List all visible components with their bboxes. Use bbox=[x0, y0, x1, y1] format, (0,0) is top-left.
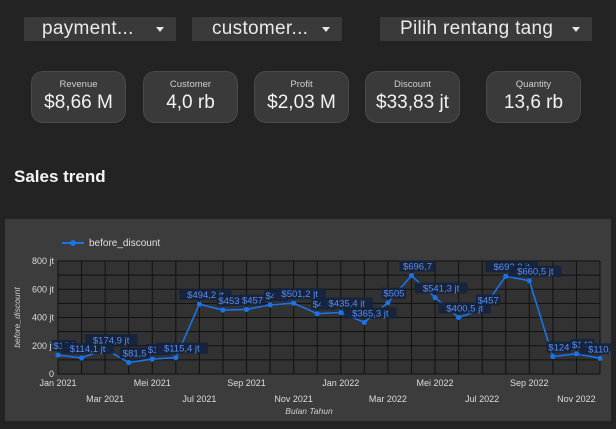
data-label: $124 bbox=[548, 342, 569, 353]
kpi-label: Quantity bbox=[515, 79, 552, 90]
y-tick-label: 400 jt bbox=[32, 313, 55, 323]
y-tick-label: 200 jt bbox=[32, 341, 55, 351]
x-tick-label: Sep 2022 bbox=[510, 378, 549, 388]
data-label: $457 bbox=[478, 295, 499, 306]
x-tick-label: Mar 2021 bbox=[86, 394, 124, 404]
x-tick-label: Nov 2022 bbox=[557, 394, 596, 404]
x-tick-label: Nov 2021 bbox=[274, 394, 313, 404]
x-tick-label: Mei 2021 bbox=[134, 378, 171, 388]
sales-trend-chart: 0200 jt400 jt600 jt800 jtJan 2021 Mei 202… bbox=[12, 238, 616, 416]
chevron-down-icon bbox=[572, 26, 580, 32]
data-point bbox=[243, 306, 250, 313]
data-point bbox=[291, 300, 297, 306]
y-tick-label: 800 jt bbox=[32, 256, 55, 266]
data-point bbox=[526, 278, 532, 284]
data-point bbox=[432, 294, 438, 301]
data-point bbox=[314, 311, 320, 317]
kpi-value: 4,0 rb bbox=[166, 92, 215, 113]
kpi-label: Customer bbox=[169, 79, 212, 90]
kpi-revenue: Revenue $8,66 M bbox=[31, 71, 126, 123]
data-label: $457 bbox=[242, 295, 263, 306]
data-label: $365,3 jt bbox=[352, 308, 389, 319]
data-point bbox=[220, 307, 226, 313]
x-tick-label: Mei 2022 bbox=[417, 378, 454, 388]
data-point bbox=[149, 356, 155, 362]
x-tick-label: Mar 2022 bbox=[369, 394, 407, 404]
data-label: $696,7 bbox=[403, 262, 432, 273]
data-point bbox=[385, 300, 391, 306]
data-point bbox=[361, 319, 367, 326]
kpi-customer: Customer 4,0 rb bbox=[143, 71, 238, 123]
data-point bbox=[173, 355, 179, 361]
x-tick-label: Jan 2021 bbox=[39, 378, 76, 388]
legend-label: before_discount bbox=[89, 238, 160, 249]
data-label: $453 bbox=[218, 296, 239, 307]
x-tick-label: Jul 2021 bbox=[182, 394, 216, 404]
kpi-discount: Discount $33,83 jt bbox=[365, 71, 460, 123]
kpi-label: Revenue bbox=[59, 79, 98, 90]
kpi-profit: Profit $2,03 M bbox=[254, 71, 349, 123]
data-label: $115,4 jt bbox=[164, 344, 200, 355]
data-label: $174,9 jt bbox=[93, 335, 130, 346]
kpi-value: $8,66 M bbox=[44, 92, 113, 113]
data-point bbox=[573, 351, 580, 357]
customer-filter-label: customer... bbox=[212, 18, 309, 39]
payment-filter-label: payment... bbox=[42, 18, 134, 39]
data-point bbox=[267, 302, 273, 308]
data-point bbox=[503, 273, 509, 279]
data-label: $505 bbox=[383, 289, 404, 300]
data-point bbox=[456, 314, 462, 321]
kpi-value: 13,6 rb bbox=[503, 92, 564, 113]
date-range-picker[interactable]: Pilih rentang tang bbox=[380, 17, 592, 41]
data-label: $660,5 jt bbox=[517, 267, 554, 278]
data-label: $541,3 jt bbox=[423, 284, 460, 295]
x-tick-label: Jan 2022 bbox=[322, 378, 359, 388]
data-point bbox=[78, 355, 85, 361]
date-range-label: Pilih rentang tang bbox=[400, 18, 554, 39]
section-title: Sales trend bbox=[14, 167, 106, 186]
data-point bbox=[196, 301, 202, 307]
data-label: $110,9 jt bbox=[588, 344, 611, 355]
data-point bbox=[408, 272, 415, 279]
y-tick-label: 600 jt bbox=[32, 284, 55, 294]
data-point bbox=[550, 353, 556, 360]
sales-trend-chart-card: 0 200 jt 400 jt 600 jt 800 jt Jan 2021 Mei 202… bbox=[5, 219, 616, 421]
x-axis-title: Bulan Tahun bbox=[285, 406, 333, 416]
data-point bbox=[338, 309, 344, 316]
customer-filter-dropdown[interactable]: customer... bbox=[192, 17, 342, 41]
chevron-down-icon bbox=[156, 26, 164, 32]
kpi-value: $33,83 jt bbox=[376, 92, 449, 113]
kpi-quantity: Quantity 13,6 rb bbox=[486, 71, 581, 123]
y-axis-title: before_discount bbox=[12, 287, 22, 348]
kpi-value: $2,03 M bbox=[267, 92, 336, 113]
kpi-label: Discount bbox=[394, 79, 431, 90]
payment-filter-dropdown[interactable]: payment... bbox=[24, 17, 176, 41]
data-label: $501,2 jt bbox=[281, 289, 318, 300]
chevron-down-icon bbox=[322, 26, 330, 32]
data-label: $81,5 bbox=[123, 348, 147, 359]
data-point bbox=[597, 355, 603, 361]
legend-marker bbox=[70, 240, 76, 246]
data-point bbox=[55, 352, 61, 358]
x-tick-label: Sep 2021 bbox=[227, 378, 266, 388]
data-point bbox=[126, 359, 132, 366]
x-tick-label: Jul 2022 bbox=[465, 394, 499, 404]
kpi-label: Profit bbox=[290, 79, 313, 90]
